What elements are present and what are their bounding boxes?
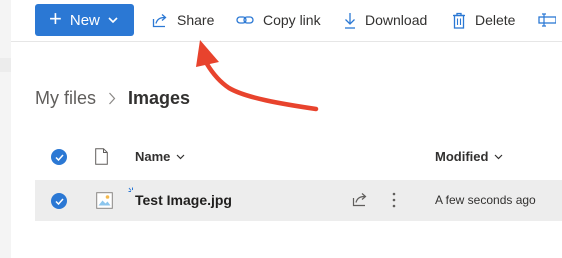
- select-all-checkbox[interactable]: [51, 149, 67, 165]
- file-type-icon: [95, 148, 108, 168]
- breadcrumb-my-files[interactable]: My files: [35, 88, 96, 109]
- copy-link-button[interactable]: Copy link: [236, 8, 321, 32]
- file-name[interactable]: Test Image.jpg: [135, 192, 232, 208]
- chevron-down-icon: [108, 17, 118, 23]
- left-navigation-edge: [0, 0, 11, 258]
- share-button[interactable]: Share: [152, 8, 214, 32]
- plus-icon: +: [49, 6, 62, 31]
- row-checkbox[interactable]: [51, 193, 67, 209]
- command-bar: + New Share Copy link Download Delete: [11, 0, 562, 42]
- checkmark-icon: [54, 153, 64, 161]
- more-vertical-icon: [392, 192, 396, 208]
- rename-icon: [538, 13, 556, 27]
- modified-column-label: Modified: [435, 149, 489, 164]
- chevron-down-icon: [176, 154, 185, 159]
- checkmark-icon: [54, 197, 64, 205]
- new-button-label: New: [69, 11, 100, 29]
- breadcrumb: My files Images: [35, 88, 190, 109]
- copy-link-label: Copy link: [263, 12, 321, 28]
- nav-edge-notch: [0, 58, 11, 72]
- delete-button[interactable]: Delete: [452, 8, 515, 32]
- share-icon: [152, 13, 167, 27]
- image-file-icon: [96, 192, 113, 214]
- file-list-header: Name Modified: [35, 140, 562, 174]
- link-icon: [236, 16, 254, 24]
- download-label: Download: [365, 12, 428, 28]
- breadcrumb-current-folder: Images: [128, 88, 191, 108]
- name-column-label: Name: [135, 149, 171, 164]
- share-label: Share: [177, 12, 215, 28]
- new-button[interactable]: + New: [35, 4, 134, 36]
- file-modified: A few seconds ago: [435, 193, 536, 207]
- trash-icon: [453, 12, 465, 29]
- download-icon: [345, 12, 355, 29]
- delete-label: Delete: [475, 12, 516, 28]
- overflow-command-button[interactable]: [538, 8, 562, 32]
- modified-column-header[interactable]: Modified: [435, 149, 503, 164]
- name-column-header[interactable]: Name: [135, 149, 185, 164]
- chevron-down-icon: [495, 154, 503, 159]
- row-more-actions-button[interactable]: [392, 192, 396, 213]
- row-share-button[interactable]: [352, 192, 368, 212]
- share-icon: [352, 193, 367, 207]
- download-button[interactable]: Download: [344, 8, 427, 32]
- table-row[interactable]: Test Image.jpg A few seconds ago: [35, 180, 562, 221]
- chevron-right-icon: [108, 92, 116, 105]
